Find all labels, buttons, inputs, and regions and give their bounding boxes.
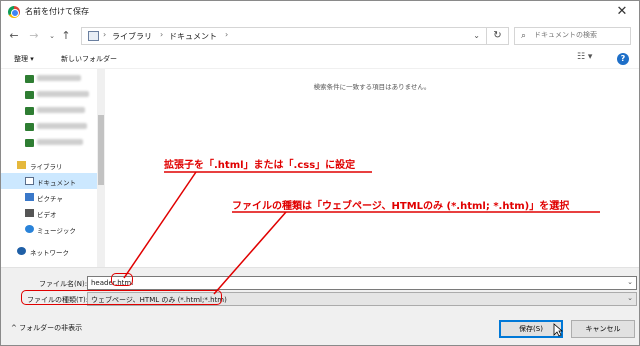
annotation-line-extension: [123, 171, 197, 279]
annotation-extension-note: 拡張子を「.html」または「.css」に設定: [164, 160, 356, 171]
annotation-box-filetype: [21, 290, 222, 305]
annotation-filetype-note: ファイルの種類は「ウェブページ、HTMLのみ (*.html; *.htm)」を…: [232, 201, 570, 212]
annotation-box-extension: [111, 273, 133, 286]
annotation-line-filetype: [213, 211, 287, 295]
